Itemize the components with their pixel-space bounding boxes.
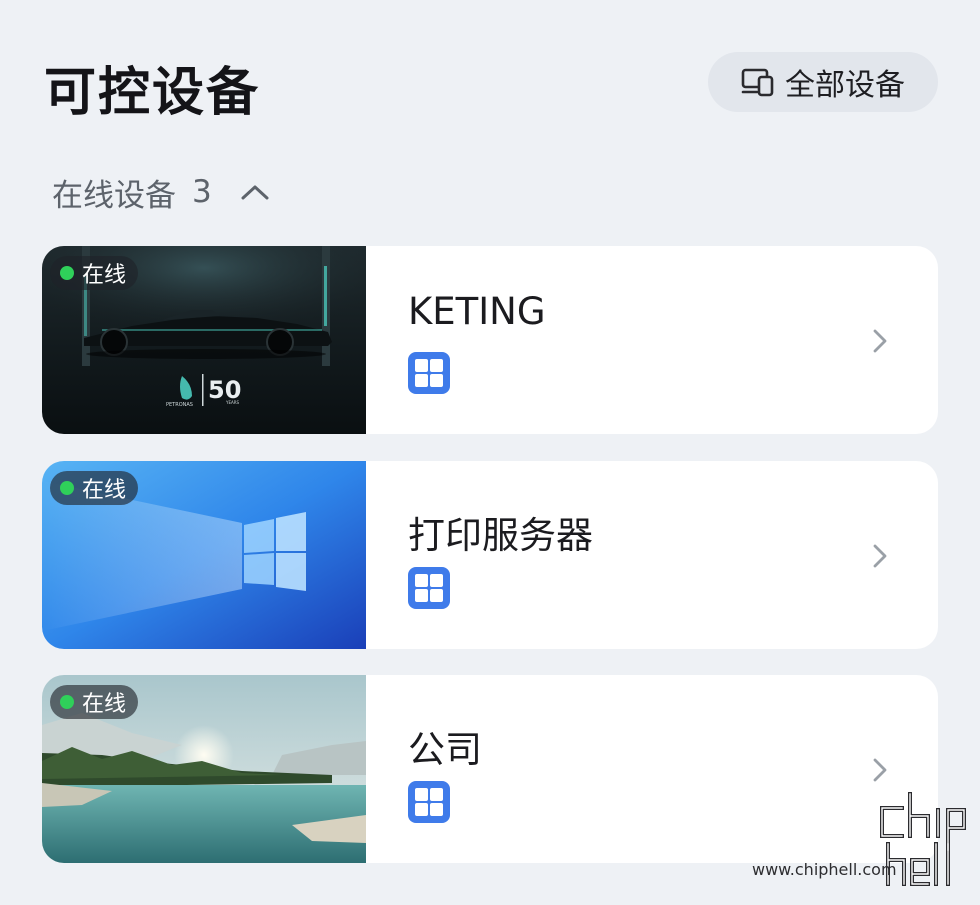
online-dot	[60, 266, 74, 280]
device-thumbnail: 在线	[42, 461, 366, 649]
device-name: 公司	[408, 728, 482, 771]
all-devices-button[interactable]: 全部设备	[708, 52, 938, 112]
online-dot	[60, 695, 74, 709]
section-count: 3	[192, 174, 212, 210]
thumbnail-sub: YEARS	[225, 400, 239, 405]
device-name: 打印服务器	[408, 514, 593, 557]
chevron-right-icon	[873, 544, 887, 568]
status-label: 在线	[82, 692, 127, 717]
chevron-right-icon	[873, 758, 887, 782]
chiphell-logo	[880, 792, 966, 886]
device-card-keting[interactable]: 50 PETRONAS YEARS 在线 KETING	[42, 246, 938, 434]
watermark-url: www.chiphell.com	[752, 860, 897, 879]
status-badge: 在线	[50, 471, 139, 505]
section-label: 在线设备	[52, 177, 176, 214]
devices-icon	[741, 68, 774, 97]
status-badge: 在线	[50, 256, 139, 290]
device-thumbnail: 50 PETRONAS YEARS 在线	[42, 246, 366, 434]
online-devices-toggle[interactable]: 在线设备 3	[52, 168, 272, 216]
device-thumbnail: 在线	[42, 675, 366, 863]
thumbnail-brand: PETRONAS	[166, 402, 193, 408]
device-name: KETING	[408, 290, 546, 333]
device-card-print-server[interactable]: 在线 打印服务器	[42, 461, 938, 649]
online-dot	[60, 481, 74, 495]
windows-icon	[408, 352, 450, 394]
chevron-right-icon	[873, 329, 887, 353]
windows-icon	[408, 781, 450, 823]
status-label: 在线	[82, 478, 127, 503]
all-devices-label: 全部设备	[785, 68, 905, 103]
header: 可控设备 全部设备	[0, 0, 980, 150]
page-title: 可控设备	[44, 63, 261, 123]
status-label: 在线	[82, 263, 127, 288]
watermark: www.chiphell.com	[752, 788, 980, 905]
chevron-up-icon	[241, 185, 269, 200]
status-badge: 在线	[50, 685, 139, 719]
windows-icon	[408, 567, 450, 609]
